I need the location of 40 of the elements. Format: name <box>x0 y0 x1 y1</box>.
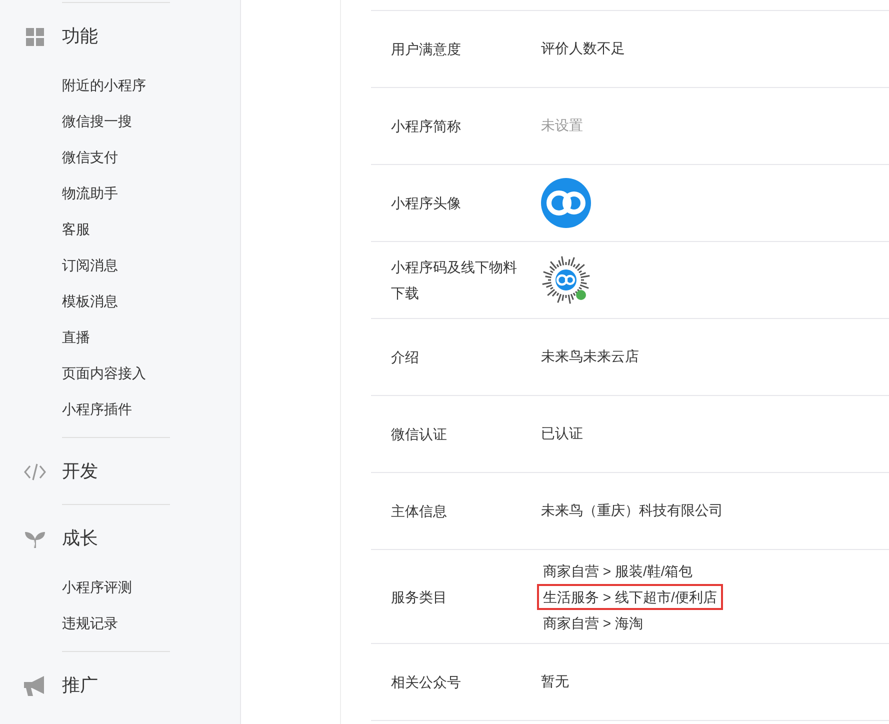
section-title[interactable]: 推广 <box>62 672 98 698</box>
field-value: 暂无 <box>541 673 569 689</box>
field-label: 介绍 <box>391 349 419 365</box>
menu-item[interactable]: 附近的小程序 <box>62 74 146 96</box>
logo-avatar-icon <box>541 178 591 228</box>
menu-item[interactable]: 直播 <box>62 326 90 348</box>
field-label: 用户满意度 <box>391 41 461 57</box>
sprout-icon <box>25 530 45 548</box>
menu-item[interactable]: 微信支付 <box>62 146 118 168</box>
field-label: 服务类目 <box>391 588 447 604</box>
menu-item[interactable]: 违规记录 <box>62 612 118 634</box>
field-label: 小程序头像 <box>391 195 461 211</box>
section-title[interactable]: 成长 <box>62 524 98 552</box>
field-label: 小程序简称 <box>391 118 461 134</box>
menu-item[interactable]: 微信搜一搜 <box>62 110 132 132</box>
menu-item[interactable]: 小程序评测 <box>62 576 132 598</box>
code-icon <box>24 463 46 481</box>
field-value: 未来鸟（重庆）科技有限公司 <box>541 502 723 518</box>
menu-item[interactable]: 客服 <box>62 218 90 240</box>
menu-item[interactable]: 小程序插件 <box>62 398 132 420</box>
category-item: 商家自营 > 服装/鞋/箱包 <box>542 562 694 580</box>
menu-item[interactable]: 物流助手 <box>62 182 118 204</box>
field-label: 小程序码及线下物料下载 <box>391 259 517 301</box>
field-label: 微信认证 <box>391 426 447 442</box>
field-value: 未设置 <box>541 117 583 133</box>
megaphone-icon <box>24 676 46 696</box>
field-value: 评价人数不足 <box>541 40 625 56</box>
section-title[interactable]: 开发 <box>62 458 98 484</box>
grid-icon <box>26 28 44 46</box>
field-label: 主体信息 <box>391 503 447 519</box>
section-title[interactable]: 功能 <box>62 22 98 50</box>
field-value: 已认证 <box>541 425 583 441</box>
category-item: 商家自营 > 海淘 <box>542 614 644 632</box>
category-item: 生活服务 > 线下超市/便利店 <box>537 584 723 610</box>
menu-item[interactable]: 页面内容接入 <box>62 362 146 384</box>
qr-code-icon <box>541 255 591 305</box>
menu-item[interactable]: 模板消息 <box>62 290 118 312</box>
field-label: 相关公众号 <box>391 674 461 690</box>
field-value: 未来鸟未来云店 <box>541 348 639 364</box>
menu-item[interactable]: 订阅消息 <box>62 254 118 276</box>
